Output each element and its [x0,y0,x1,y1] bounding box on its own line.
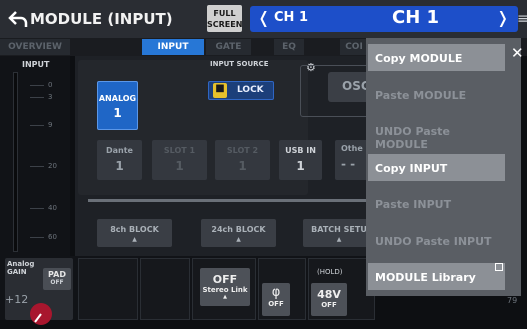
gain-value: +12 [5,293,29,306]
hamburger-menu-icon[interactable]: ≡ [517,11,527,27]
meter-scale-label: 60 [48,233,57,241]
tab-overview[interactable]: OVERVIEW [0,39,70,55]
chevron-left-icon[interactable]: ❬ [257,8,270,27]
phase-icon: φ [271,285,281,300]
back-arrow-icon[interactable] [8,9,28,29]
tab-gate[interactable]: GATE [206,39,251,55]
meter-tick [30,97,44,98]
source-value: 1 [296,159,305,173]
stereo-link-button[interactable]: OFF Stereo Link ▲ [200,268,250,306]
triangle-up-icon: ▲ [236,236,241,243]
source-slot2-button[interactable]: SLOT 2 1 [215,140,270,180]
block-label: 24ch BLOCK [211,225,266,234]
pad-button[interactable]: PAD OFF [43,268,71,290]
full-screen-line1: FULL [213,9,236,18]
analog-gain-line2: GAIN [7,268,27,276]
input-level-meter [13,72,18,252]
source-value: 1 [238,159,247,173]
full-screen-line2: SCREEN [207,20,243,29]
block-24ch-button[interactable]: 24ch BLOCK ▲ [201,219,276,247]
close-icon[interactable]: ✕ [511,44,524,62]
source-dante-button[interactable]: Dante 1 [97,140,142,180]
source-analog-name: ANALOG [98,94,137,103]
source-value: 1 [115,159,124,173]
phantom-48v-state: OFF [321,301,337,309]
triangle-up-icon: ▲ [223,294,227,300]
triangle-up-icon: ▲ [132,236,137,243]
gain-knob[interactable] [30,303,52,325]
stereo-link-state: OFF [212,273,238,286]
tab-input[interactable]: INPUT [142,39,204,55]
tab-eq[interactable]: EQ [274,39,304,55]
analog-gain-cell: Analog GAIN PAD OFF +12 [5,258,73,325]
input-meter-label: INPUT [22,60,50,69]
block-label: BATCH SETU [311,225,367,234]
hold-label: (HOLD) [317,268,343,276]
lock-button[interactable]: ■ LOCK [208,81,274,100]
meter-tick [30,166,44,167]
block-label: 8ch BLOCK [110,225,159,234]
meter-scale-label: 20 [48,162,57,170]
channel-selector: ❬ CH 1 CH 1 ❭ [250,6,518,32]
padlock-icon: ■ [213,83,227,98]
meter-scale-label: 9 [48,121,53,129]
phase-button[interactable]: φ OFF [262,283,290,316]
meter-scale-label: 40 [48,204,57,212]
right-edge-value: 79 [507,296,518,305]
phase-state: OFF [268,300,284,308]
phantom-48v-label: 48V [317,288,341,301]
analog-gain-label: Analog GAIN [7,260,34,276]
page-title: MODULE (INPUT) [30,10,173,28]
source-value: 1 [175,159,184,173]
meter-tick [30,85,44,86]
tab-comp[interactable]: COI [340,39,368,55]
external-window-icon [495,263,503,271]
menu-item-undo-paste-input[interactable]: UNDO Paste INPUT [368,227,505,254]
meter-tick [30,125,44,126]
source-analog-button[interactable]: ANALOG 1 [97,81,138,130]
block-8ch-button[interactable]: 8ch BLOCK ▲ [97,219,172,247]
input-source-label: INPUT SOURCE [210,60,269,68]
full-screen-button[interactable]: FULL SCREEN [207,5,242,32]
source-name: USB IN [285,146,316,155]
meter-tick [30,237,44,238]
source-name: SLOT 1 [163,146,196,155]
strip-cell [78,258,138,320]
menu-item-paste-input[interactable]: Paste INPUT [368,190,505,217]
source-analog-value: 1 [113,106,122,120]
meter-tick [30,208,44,209]
menu-item-copy-input[interactable]: Copy INPUT [368,154,505,181]
channel-name: CH 1 [392,7,440,28]
channel-short-label: CH 1 [274,10,308,25]
menu-item-undo-paste-module[interactable]: UNDO Paste MODULE [368,117,505,151]
menu-item-module-library[interactable]: MODULE Library [368,263,505,290]
source-name: Dante [106,146,133,155]
source-usb-in-button[interactable]: USB IN 1 [279,140,322,180]
chevron-right-icon[interactable]: ❭ [496,8,509,27]
phantom-48v-button[interactable]: 48V OFF [311,283,347,316]
menu-item-paste-module[interactable]: Paste MODULE [368,81,505,108]
triangle-up-icon: ▲ [336,236,342,243]
input-meter-panel [0,56,70,256]
menu-item-copy-module[interactable]: Copy MODULE [368,44,505,71]
strip-cell [140,258,190,320]
stereo-link-label: Stereo Link [202,286,248,294]
meter-scale-label: 3 [48,93,53,101]
analog-gain-line1: Analog [7,260,35,268]
source-name: SLOT 2 [226,146,259,155]
source-slot1-button[interactable]: SLOT 1 1 [152,140,207,180]
pad-state: OFF [50,279,64,286]
lock-label: LOCK [237,85,264,95]
section-divider [88,199,378,202]
pad-label: PAD [48,270,66,279]
batch-setup-button[interactable]: BATCH SETU ▲ [303,219,375,247]
meter-scale-label: 0 [48,81,53,89]
